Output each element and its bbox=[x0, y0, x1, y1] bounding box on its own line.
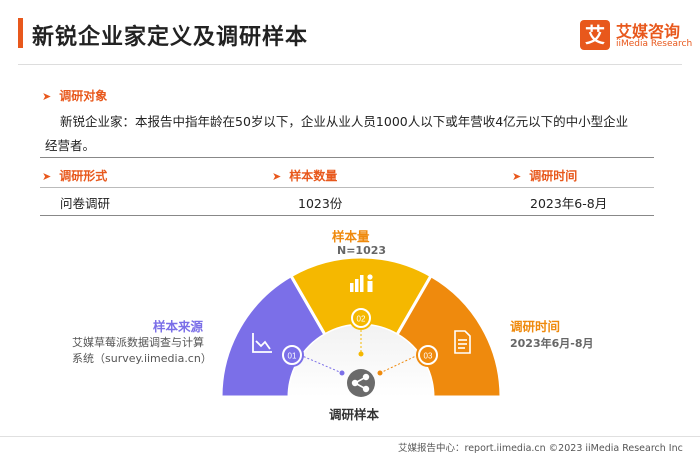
label-time-title: 调研时间 bbox=[510, 319, 561, 334]
svg-text:01: 01 bbox=[288, 352, 297, 361]
badge-01: 01 bbox=[280, 343, 304, 367]
label-source-desc2: 系统（survey.iimedia.cn） bbox=[72, 352, 212, 365]
connector-dot-01 bbox=[339, 370, 345, 376]
label-time-desc: 2023年6月-8月 bbox=[510, 337, 594, 350]
svg-text:03: 03 bbox=[424, 352, 433, 361]
footer-credit: 艾媒报告中心：report.iimedia.cn ©2023 iiMedia R… bbox=[398, 443, 683, 454]
connector-dot-03 bbox=[377, 370, 383, 376]
badge-02: 02 bbox=[349, 306, 373, 330]
share-icon bbox=[347, 369, 375, 397]
gauge-center-label: 调研样本 bbox=[329, 407, 380, 422]
label-sample-size-title: 样本量 bbox=[332, 229, 370, 244]
svg-text:02: 02 bbox=[357, 315, 366, 324]
label-source-title: 样本来源 bbox=[153, 319, 204, 334]
label-sample-size-value: N=1023 bbox=[337, 244, 387, 257]
sample-gauge: 01 02 03 bbox=[219, 255, 503, 399]
badge-03: 03 bbox=[416, 343, 440, 367]
connector-dot-02 bbox=[358, 351, 364, 357]
label-source-desc1: 艾媒草莓派数据调查与计算 bbox=[72, 336, 204, 349]
footer-divider bbox=[0, 436, 700, 437]
